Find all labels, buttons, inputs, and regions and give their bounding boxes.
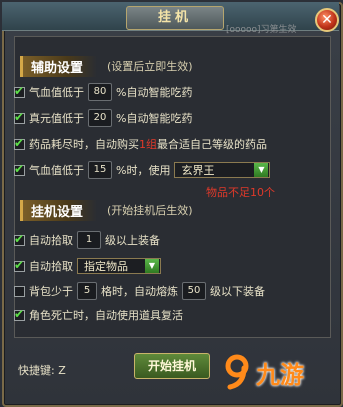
row-suffix: %自动智能吃药 [116,112,193,125]
assist-heading: 辅助设置 [20,55,98,77]
title-faded-text: [ooooo]习第生效 [226,25,297,35]
hotkey-label: 快捷键: Z [18,364,66,377]
row-label: 角色死亡时，自动使用道具复活 [29,309,183,322]
pickup-filter-select[interactable]: 指定物品 ▼ [77,258,161,274]
row-label: 背包少于 [29,285,73,298]
row-label: 自动拾取 [29,260,73,273]
row-label: 气血值低于 [29,164,84,177]
watermark-text: 九游 [256,360,304,389]
idle-heading: 挂机设置 [20,199,98,221]
chevron-down-icon[interactable]: ▼ [145,259,159,273]
assist-row-mp: 真元值低于 20 %自动智能吃药 [14,108,192,128]
row-label: 气血值低于 [29,86,84,99]
row-middle: 格时，自动熔炼 [101,285,178,298]
checkbox[interactable] [14,136,25,150]
watermark-logo: 九游 [222,350,336,394]
checkbox[interactable] [14,84,25,98]
row-suffix: %自动智能吃药 [116,86,193,99]
item-select-value: 玄界王 [181,164,215,177]
idle-row-revive: 角色死亡时，自动使用道具复活 [14,305,183,325]
checkbox[interactable] [14,285,25,297]
checkbox[interactable] [14,258,25,272]
idle-row-smelt: 背包少于 5 格时，自动熔炼 50 级以下装备 [14,281,265,301]
title-bar: 挂机 [ooooo]习第生效 [2,2,339,35]
checkbox[interactable] [14,110,25,124]
mp-threshold-input[interactable]: 20 [88,109,112,127]
checkbox[interactable] [14,162,25,176]
assist-row-hp: 气血值低于 80 %自动智能吃药 [14,82,192,102]
row-suffix: 级以下装备 [210,285,265,298]
item-shortage-warning: 物品不足10个 [206,186,275,199]
idle-section-header: 挂机设置 (开始挂机后生效) [20,199,193,221]
smelt-level-input[interactable]: 50 [182,282,206,300]
row-label: 药品耗尽时，自动购买 [29,138,139,151]
nine-games-logo-icon [225,354,249,390]
window-title: 挂机 [126,6,224,30]
assist-section-header: 辅助设置 (设置后立即生效) [20,55,193,77]
row-label: 真元值低于 [29,112,84,125]
pickup-level-input[interactable]: 1 [77,231,101,249]
hp-item-threshold-input[interactable]: 15 [88,161,112,179]
hp-threshold-input[interactable]: 80 [88,83,112,101]
start-idle-button[interactable]: 开始挂机 [134,353,210,379]
chevron-down-icon[interactable]: ▼ [254,163,269,177]
assist-row-buy-potion: 药品耗尽时，自动购买 1组 最合适自己等级的药品 [14,134,267,154]
quantity-highlight: 1组 [139,138,157,151]
idle-row-pickup-filter: 自动拾取 指定物品 ▼ [14,256,165,276]
bag-slots-input[interactable]: 5 [77,282,97,300]
checkbox[interactable] [14,232,25,246]
idle-row-pickup-level: 自动拾取 1 级以上装备 [14,230,160,250]
checkbox[interactable] [14,307,25,321]
idle-subheading: (开始挂机后生效) [107,204,193,217]
assist-row-use-item: 气血值低于 15 %时，使用 玄界王 ▼ [14,160,274,180]
row-label: 自动拾取 [29,234,73,247]
row-middle: %时，使用 [116,164,171,177]
row-suffix: 级以上装备 [105,234,160,247]
pickup-filter-value: 指定物品 [84,260,128,273]
close-button[interactable]: ✕ [315,8,339,32]
item-select[interactable]: 玄界王 ▼ [174,162,271,178]
row-suffix: 最合适自己等级的药品 [157,138,267,151]
assist-subheading: (设置后立即生效) [107,60,193,73]
